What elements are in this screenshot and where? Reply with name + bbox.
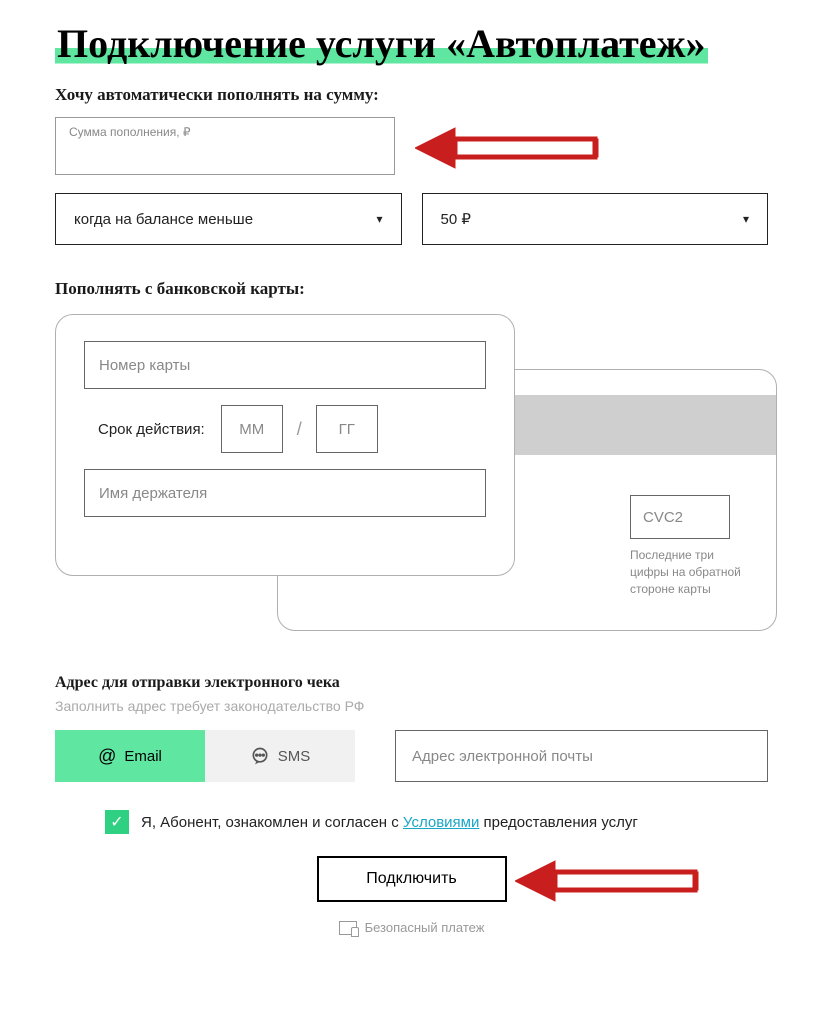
- tab-email-label: Email: [124, 748, 162, 765]
- cvc-input[interactable]: [630, 495, 730, 539]
- submit-button[interactable]: Подключить: [317, 856, 507, 902]
- tab-email[interactable]: @ Email: [55, 730, 205, 782]
- card-section-label: Пополнять с банковской карты:: [55, 279, 768, 299]
- card-number-input[interactable]: [84, 341, 486, 389]
- condition-dropdown[interactable]: когда на балансе меньше ▾: [55, 193, 402, 245]
- expiry-separator: /: [297, 419, 302, 440]
- email-input[interactable]: [395, 730, 768, 782]
- annotation-arrow-icon: [415, 123, 625, 173]
- check-icon: ✓: [110, 812, 123, 832]
- secure-payment-icon: [339, 921, 357, 935]
- amount-section-label: Хочу автоматически пополнять на сумму:: [55, 85, 768, 105]
- threshold-dropdown-text: 50 ₽: [441, 210, 471, 228]
- tab-sms-label: SMS: [278, 748, 311, 765]
- chevron-down-icon: ▾: [743, 212, 749, 226]
- page-title: Подключение услуги «Автоплатеж»: [55, 21, 708, 66]
- expiry-year-input[interactable]: [316, 405, 378, 453]
- at-icon: @: [98, 746, 116, 767]
- tab-sms[interactable]: SMS: [205, 730, 355, 782]
- agree-checkbox[interactable]: ✓: [105, 810, 129, 834]
- amount-input-label: Сумма пополнения, ₽: [69, 125, 191, 139]
- cvc-hint: Последние три цифры на обратной стороне …: [630, 547, 750, 597]
- expiry-label: Срок действия:: [98, 421, 205, 438]
- chevron-down-icon: ▾: [376, 212, 382, 226]
- agree-text: Я, Абонент, ознакомлен и согласен с Усло…: [141, 814, 638, 831]
- secure-payment-label: Безопасный платеж: [365, 920, 485, 935]
- terms-link[interactable]: Условиями: [403, 814, 479, 831]
- receipt-title: Адрес для отправки электронного чека: [55, 674, 768, 692]
- chat-icon: [250, 746, 270, 766]
- threshold-dropdown[interactable]: 50 ₽ ▾: [422, 193, 769, 245]
- expiry-month-input[interactable]: [221, 405, 283, 453]
- card-front: Срок действия: /: [55, 314, 515, 576]
- condition-dropdown-text: когда на балансе меньше: [74, 211, 253, 228]
- card-holder-input[interactable]: [84, 469, 486, 517]
- annotation-arrow-icon: [515, 856, 725, 906]
- receipt-subtitle: Заполнить адрес требует законодательство…: [55, 698, 768, 714]
